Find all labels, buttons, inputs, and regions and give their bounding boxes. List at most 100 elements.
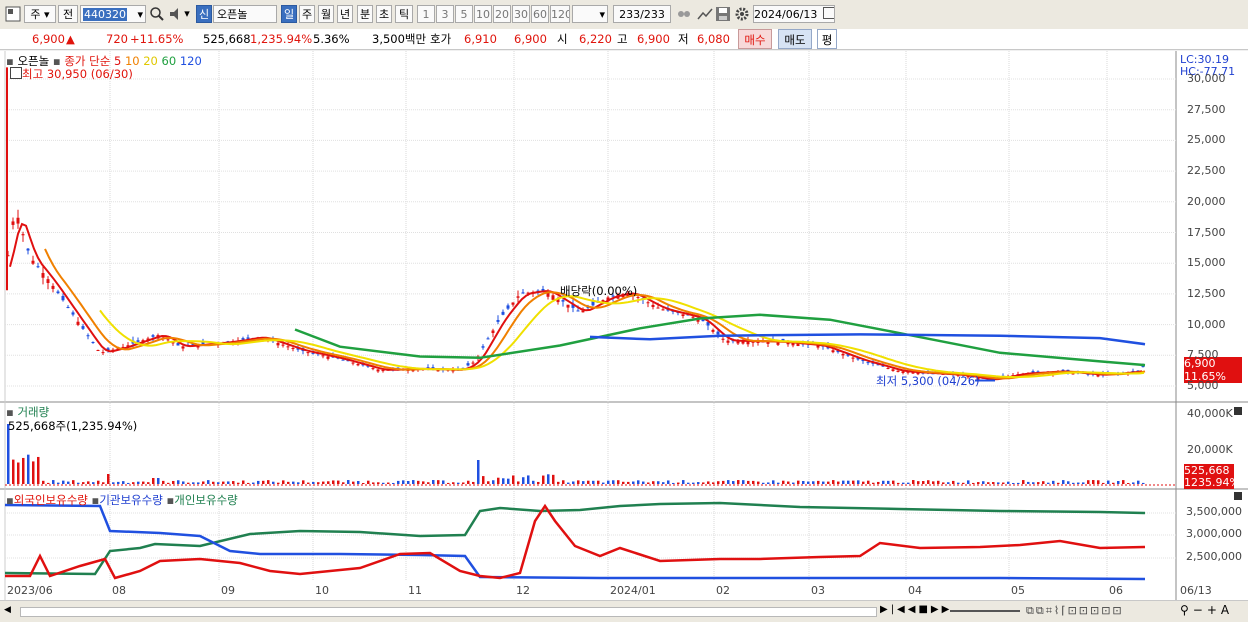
period-year[interactable]: 년: [337, 5, 353, 23]
candle-body: [151, 335, 155, 337]
volume-bar: [12, 459, 15, 484]
chart-canvas[interactable]: [0, 51, 1248, 600]
search-icon[interactable]: [149, 6, 165, 22]
interval-120[interactable]: 120: [550, 5, 570, 23]
date-picker[interactable]: 2024/06/13: [753, 5, 835, 23]
volume-bar: [227, 481, 230, 484]
volume-bar: [62, 480, 65, 484]
stock-code-input[interactable]: 440320 ▾: [80, 5, 146, 23]
calendar-icon: [10, 67, 22, 79]
volume-bar: [527, 475, 530, 484]
period-week[interactable]: 주: [299, 5, 315, 23]
volume-bar: [1027, 481, 1030, 484]
scroll-left-icon[interactable]: ◀: [4, 605, 14, 617]
volume-bar: [1132, 482, 1135, 484]
stock-mode-select[interactable]: 주 ▾: [24, 5, 56, 23]
candle-body: [501, 311, 505, 315]
period-tick[interactable]: 틱: [395, 5, 413, 23]
volume-bar: [687, 482, 690, 484]
interval-60[interactable]: 60: [531, 5, 549, 23]
x-11-label: 11: [408, 584, 422, 597]
candle-body: [681, 314, 685, 317]
scroll-track[interactable]: [20, 607, 877, 617]
tool-icons[interactable]: ⧉⧉⌗⌇⌈⊡⊡⊡⊡⊡: [1026, 604, 1124, 618]
candle-body: [481, 346, 485, 348]
save-icon[interactable]: [715, 6, 731, 22]
volume-bar: [442, 480, 445, 484]
period-second[interactable]: 초: [376, 5, 392, 23]
candle-body: [851, 357, 855, 359]
volume-bar: [1102, 482, 1105, 484]
candle-body: [651, 304, 655, 308]
candle-body: [351, 362, 355, 364]
volume-bar: [77, 482, 80, 484]
ma5-line: [9, 222, 1143, 381]
period-minute[interactable]: 분: [357, 5, 373, 23]
settings-icon[interactable]: [734, 6, 750, 22]
x-05-label: 05: [1011, 584, 1025, 597]
period-month[interactable]: 월: [318, 5, 334, 23]
volume-bar: [382, 482, 385, 484]
chart-menu-icon[interactable]: [5, 6, 21, 22]
volume-bar: [197, 482, 200, 484]
holding-pane-close-icon[interactable]: [1234, 492, 1242, 500]
interval-5[interactable]: 5: [455, 5, 473, 23]
sell-button[interactable]: 매도: [778, 29, 812, 49]
volume-pane-close-icon[interactable]: [1234, 407, 1242, 415]
volume-bar: [477, 460, 480, 484]
interval-3[interactable]: 3: [436, 5, 454, 23]
candle-body: [41, 273, 45, 278]
volume-bar: [847, 480, 850, 484]
x-10-label: 10: [315, 584, 329, 597]
volume-bar: [467, 480, 470, 484]
candle-body: [276, 342, 280, 346]
sound-dropdown-icon[interactable]: ▾: [182, 5, 192, 23]
interval-custom-select[interactable]: ▾: [572, 5, 608, 23]
interval-20[interactable]: 20: [493, 5, 511, 23]
interval-1[interactable]: 1: [417, 5, 435, 23]
period-day[interactable]: 일: [281, 5, 297, 23]
zoom-controls-icon[interactable]: ⚲−+A: [1180, 603, 1233, 617]
open-price: 6,220: [579, 32, 612, 46]
candle-body: [96, 350, 100, 352]
volume-bar: [907, 482, 910, 484]
chart-scrollbar[interactable]: ◀ ▶|◀◀■▶▶ ⧉⧉⌗⌇⌈⊡⊡⊡⊡⊡ ⚲−+A: [0, 600, 1248, 622]
candle-body: [21, 234, 25, 236]
chart-area[interactable]: ▪ 오픈놀 ▪ 종가 단순 5 10 20 60 120 최고 30,950 (…: [0, 51, 1248, 600]
candle-body: [371, 368, 375, 370]
volume-bar: [857, 480, 860, 484]
interval-10[interactable]: 10: [474, 5, 492, 23]
interval-30[interactable]: 30: [512, 5, 530, 23]
compare-icon[interactable]: [676, 6, 692, 22]
trend-tool-icon[interactable]: [697, 6, 713, 22]
market-button[interactable]: 전: [58, 5, 78, 23]
volume-bar: [612, 480, 615, 484]
candle-body: [241, 338, 245, 340]
stock-name-field[interactable]: 오픈놀: [213, 5, 277, 23]
volume-bar: [647, 482, 650, 484]
volume-bar: [622, 481, 625, 484]
volume-bar: [867, 480, 870, 484]
evaluate-button[interactable]: 평: [817, 29, 837, 49]
candle-body: [31, 260, 35, 264]
candle-body: [561, 300, 565, 302]
volume-bar: [952, 480, 955, 484]
x-12-label: 12: [516, 584, 530, 597]
volume-bar: [252, 482, 255, 484]
volume-bar: [777, 482, 780, 484]
volume-bar: [272, 481, 275, 484]
current-price: 6,900: [32, 32, 65, 46]
volume-bar: [457, 482, 460, 484]
data-count-field[interactable]: 233/233: [613, 5, 671, 23]
scroll-controls-icon[interactable]: ▶|◀◀■▶▶: [880, 604, 952, 615]
volume-bar: [177, 480, 180, 484]
volume-bar: [862, 481, 865, 484]
price-tick: 20,000: [1187, 194, 1226, 208]
volume-bar: [962, 482, 965, 484]
volume-bar: [937, 480, 940, 484]
volume-bar: [912, 480, 915, 484]
volume-bar: [22, 457, 25, 484]
zoom-slider[interactable]: [950, 610, 1020, 612]
candle-body: [326, 356, 330, 359]
buy-button[interactable]: 매수: [738, 29, 772, 49]
